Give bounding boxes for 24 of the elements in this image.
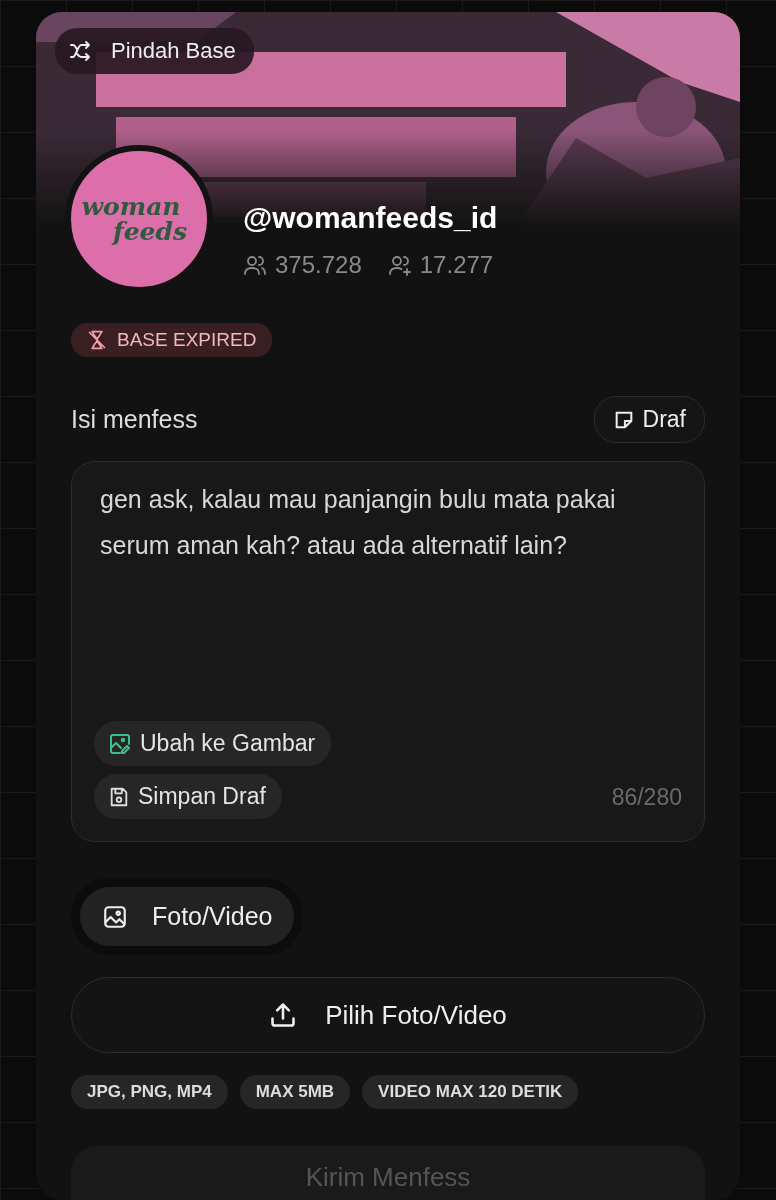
draft-button[interactable]: Draf: [593, 396, 705, 443]
message-field[interactable]: gen ask, kalau mau panjangin bulu mata pakai serum aman kah? atau ada alternatif lain? Ubah ke Gambar Simpan Draf 86/280: [71, 461, 705, 842]
following-count: 17.277: [419, 251, 494, 279]
upload-icon: [269, 1001, 298, 1029]
convert-to-image-button[interactable]: Ubah ke Gambar: [94, 721, 332, 766]
media-tab[interactable]: Foto/Video: [80, 887, 295, 946]
floppy-icon: [108, 785, 130, 808]
switch-base-button[interactable]: Pindah Base: [55, 28, 254, 74]
username: @womanfeeds_id: [243, 201, 498, 235]
limit-tag: MAX 5MB: [239, 1075, 351, 1109]
status-badge: BASE EXPIRED: [71, 323, 273, 357]
hourglass-off-icon: [87, 330, 107, 350]
follower-count: 375.728: [275, 251, 362, 279]
message-label: Isi menfess: [71, 405, 198, 434]
user-plus-icon: [387, 253, 412, 277]
upload-button[interactable]: Pilih Foto/Video: [71, 977, 705, 1053]
limit-tag: VIDEO MAX 120 DETIK: [362, 1075, 579, 1109]
image-icon: [102, 903, 128, 930]
users-icon: [243, 253, 267, 277]
limit-tag: JPG, PNG, MP4: [71, 1075, 228, 1109]
shuffle-icon: [69, 39, 93, 63]
character-counter: 86/280: [611, 784, 682, 812]
image-edit-icon: [108, 731, 132, 756]
save-draft-button[interactable]: Simpan Draf: [94, 774, 282, 819]
